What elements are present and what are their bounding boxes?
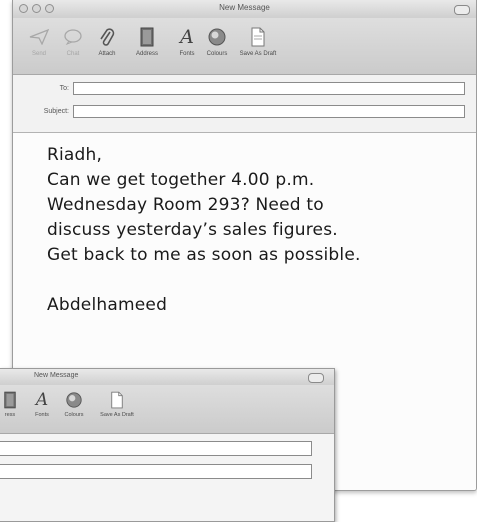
draft-icon	[94, 389, 140, 411]
to-field[interactable]	[73, 82, 465, 95]
message-line: Get back to me as soon as possible.	[47, 245, 361, 265]
to-label: To:	[59, 85, 69, 92]
subject-field[interactable]	[73, 105, 465, 118]
second-fonts-button[interactable]: A Fonts	[24, 389, 60, 418]
address-book-icon	[125, 24, 169, 50]
window-title: New Message	[219, 3, 270, 12]
message-line: Riadh,	[47, 145, 103, 165]
colours-icon	[56, 389, 92, 411]
draft-icon	[233, 24, 283, 50]
second-subject-field[interactable]	[0, 464, 312, 479]
message-line	[47, 268, 361, 293]
message-line: Wednesday Room 293? Need to	[47, 195, 324, 215]
subject-label: Subject:	[43, 108, 69, 115]
fonts-icon: A	[35, 390, 49, 410]
second-toolbar-toggle-button[interactable]	[308, 373, 324, 383]
second-window-title: New Message	[34, 372, 79, 379]
message-line: Abdelhameed	[47, 295, 168, 315]
second-save-as-draft-button[interactable]: Save As Draft	[94, 389, 140, 418]
second-compose-window: New Message ress A Fonts Colours Save As…	[0, 368, 335, 522]
message-text: Riadh, Can we get together 4.00 p.m. Wed…	[47, 143, 361, 318]
message-line: discuss yesterday’s sales figures.	[47, 220, 338, 240]
message-line: Can we get together 4.00 p.m.	[47, 170, 315, 190]
second-colours-button[interactable]: Colours	[56, 389, 92, 418]
paperclip-icon	[85, 24, 129, 50]
second-title-bar[interactable]: New Message	[0, 369, 334, 386]
toolbar-toggle-button[interactable]	[454, 5, 470, 15]
address-button[interactable]: Address	[125, 24, 169, 57]
second-to-field[interactable]	[0, 441, 312, 456]
toolbar: Send Chat Attach Address A Fonts Colours…	[13, 18, 476, 75]
second-toolbar: ress A Fonts Colours Save As Draft	[0, 385, 334, 434]
attach-button[interactable]: Attach	[85, 24, 129, 57]
title-bar[interactable]: New Message	[13, 0, 476, 19]
save-as-draft-button[interactable]: Save As Draft	[233, 24, 283, 57]
message-header: To: Subject:	[13, 75, 476, 133]
